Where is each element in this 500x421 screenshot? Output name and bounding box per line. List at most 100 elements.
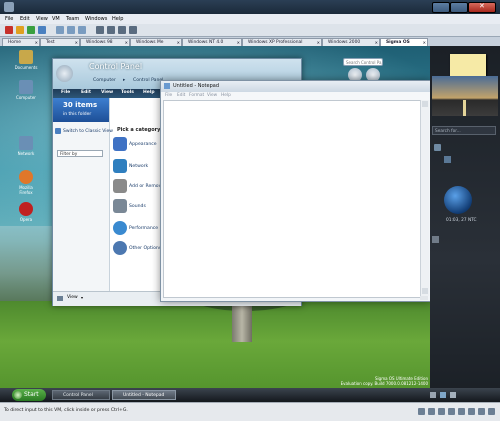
tab-windows-nt[interactable]: Windows NT 4.0 ✕: [182, 38, 242, 46]
tray-icon[interactable]: [430, 392, 436, 398]
tab-close-icon[interactable]: ✕: [317, 39, 320, 46]
globe-clock-icon: [444, 186, 472, 214]
maximize-button[interactable]: [450, 2, 468, 13]
usb-icon[interactable]: [458, 408, 465, 415]
tab-close-icon[interactable]: ✕: [375, 39, 378, 46]
np-menu-format[interactable]: Format: [189, 93, 204, 98]
snapshot-manager-icon[interactable]: [78, 26, 86, 34]
menu-edit[interactable]: Edit: [20, 16, 30, 22]
host-status-bar: To direct input to this VM, click inside…: [0, 402, 500, 421]
item-count-box: 30 items in this folder: [53, 98, 109, 122]
close-button[interactable]: ✕: [468, 2, 496, 13]
host-toolbar: [0, 24, 500, 37]
tab-close-icon[interactable]: ✕: [35, 39, 38, 46]
vm-tools-icon[interactable]: [488, 408, 495, 415]
cp-menu-help[interactable]: Help: [143, 90, 155, 95]
tray-network-icon[interactable]: [440, 392, 446, 398]
tab-home[interactable]: Home ✕: [2, 38, 40, 46]
desktop-icon-documents[interactable]: Documents: [12, 50, 40, 70]
desktop-icon-network[interactable]: Network: [12, 136, 40, 156]
sidebar-search-input[interactable]: Search for...: [432, 126, 496, 135]
cd-drive-icon[interactable]: [428, 408, 435, 415]
power-off-icon[interactable]: [5, 26, 13, 34]
revert-icon[interactable]: [67, 26, 75, 34]
snapshot-icon[interactable]: [56, 26, 64, 34]
tab-close-icon[interactable]: ✕: [423, 39, 426, 46]
network-icon: [113, 159, 127, 173]
network-adapter-icon[interactable]: [448, 408, 455, 415]
menu-view[interactable]: View: [36, 16, 48, 22]
tab-close-icon[interactable]: ✕: [125, 39, 128, 46]
reset-icon[interactable]: [38, 26, 46, 34]
switch-classic-view-link[interactable]: Switch to Classic View: [63, 129, 113, 134]
clock-text: 01:03, 27 NTC: [446, 218, 477, 223]
message-icon[interactable]: [478, 408, 485, 415]
tab-close-icon[interactable]: ✕: [177, 39, 180, 46]
tab-test[interactable]: Test ✕: [40, 38, 80, 46]
computer-icon: [19, 80, 33, 94]
tab-sigma-os[interactable]: Sigma OS ✕: [380, 38, 428, 46]
photo-gadget[interactable]: [432, 76, 498, 116]
host-menu-bar: File Edit View VM Team Windows Help: [0, 14, 500, 24]
desktop-icon-firefox[interactable]: Mozilla Firefox: [12, 170, 40, 195]
full-screen-icon[interactable]: [107, 26, 115, 34]
notepad-window[interactable]: Untitled - Notepad File Edit Format View…: [160, 80, 431, 302]
desktop-icon-computer[interactable]: Computer: [12, 80, 40, 100]
cp-menu-tools[interactable]: Tools: [121, 90, 134, 95]
menu-help[interactable]: Help: [112, 16, 123, 22]
performance-icon: [113, 221, 127, 235]
road-line: [463, 100, 466, 116]
scroll-up-arrow[interactable]: [422, 101, 428, 107]
tab-windows-2000[interactable]: Windows 2000 ✕: [322, 38, 380, 46]
desktop-icon-opera[interactable]: Opera: [12, 202, 40, 222]
chevron-down-icon[interactable]: ▾: [81, 295, 83, 300]
tab-windows-98[interactable]: Windows 98 ✕: [80, 38, 130, 46]
pick-category-heading: Pick a category: [117, 127, 161, 133]
tab-close-icon[interactable]: ✕: [75, 39, 78, 46]
np-menu-file[interactable]: File: [165, 93, 172, 98]
breadcrumb-computer[interactable]: Computer: [93, 78, 116, 83]
gear-icon: [113, 241, 127, 255]
cp-menu-view[interactable]: View: [101, 90, 113, 95]
menu-windows[interactable]: Windows: [85, 16, 107, 22]
filter-input[interactable]: Filter by: [57, 150, 103, 157]
tab-close-icon[interactable]: ✕: [237, 39, 240, 46]
np-menu-edit[interactable]: Edit: [177, 93, 185, 98]
sound-icon[interactable]: [468, 408, 475, 415]
tab-windows-xp[interactable]: Windows XP Professional ✕: [242, 38, 322, 46]
view-dropdown[interactable]: View: [67, 295, 78, 300]
unity-icon[interactable]: [118, 26, 126, 34]
wallpaper-grass: [0, 301, 430, 402]
opera-icon: [19, 202, 33, 216]
breadcrumb-separator: ▸: [123, 78, 126, 83]
floppy-icon[interactable]: [438, 408, 445, 415]
tray-volume-icon[interactable]: [450, 392, 456, 398]
gadget-icon: [444, 156, 451, 163]
scroll-down-arrow[interactable]: [422, 288, 428, 294]
power-on-icon[interactable]: [27, 26, 35, 34]
taskbar-item-control-panel[interactable]: Control Panel: [52, 390, 110, 400]
hard-disk-icon[interactable]: [418, 408, 425, 415]
notepad-text-area[interactable]: [163, 100, 422, 298]
suspend-icon[interactable]: [16, 26, 24, 34]
menu-vm[interactable]: VM: [52, 16, 60, 22]
taskbar-item-notepad[interactable]: Untitled - Notepad: [112, 390, 176, 400]
np-menu-help[interactable]: Help: [221, 93, 231, 98]
notepad-vertical-scrollbar[interactable]: [420, 100, 429, 296]
resize-grip[interactable]: [420, 296, 428, 300]
sidebar-arrow-icon: [432, 236, 439, 243]
sidebar-toggle-icon[interactable]: [96, 26, 104, 34]
tab-windows-me[interactable]: Windows Me ✕: [130, 38, 182, 46]
breadcrumb-control-panel[interactable]: Control Panel: [133, 78, 163, 83]
cp-search-input[interactable]: Search Control Pa...: [343, 58, 383, 66]
console-view-icon[interactable]: [129, 26, 137, 34]
menu-team[interactable]: Team: [66, 16, 79, 22]
cp-menu-edit[interactable]: Edit: [81, 90, 91, 95]
np-menu-view[interactable]: View: [207, 93, 217, 98]
item-count: 30 items: [63, 101, 98, 109]
menu-file[interactable]: File: [5, 16, 13, 22]
back-button[interactable]: [56, 65, 73, 82]
minimize-button[interactable]: [432, 2, 450, 13]
folder-icon: [19, 50, 33, 64]
cp-menu-file[interactable]: File: [61, 90, 70, 95]
